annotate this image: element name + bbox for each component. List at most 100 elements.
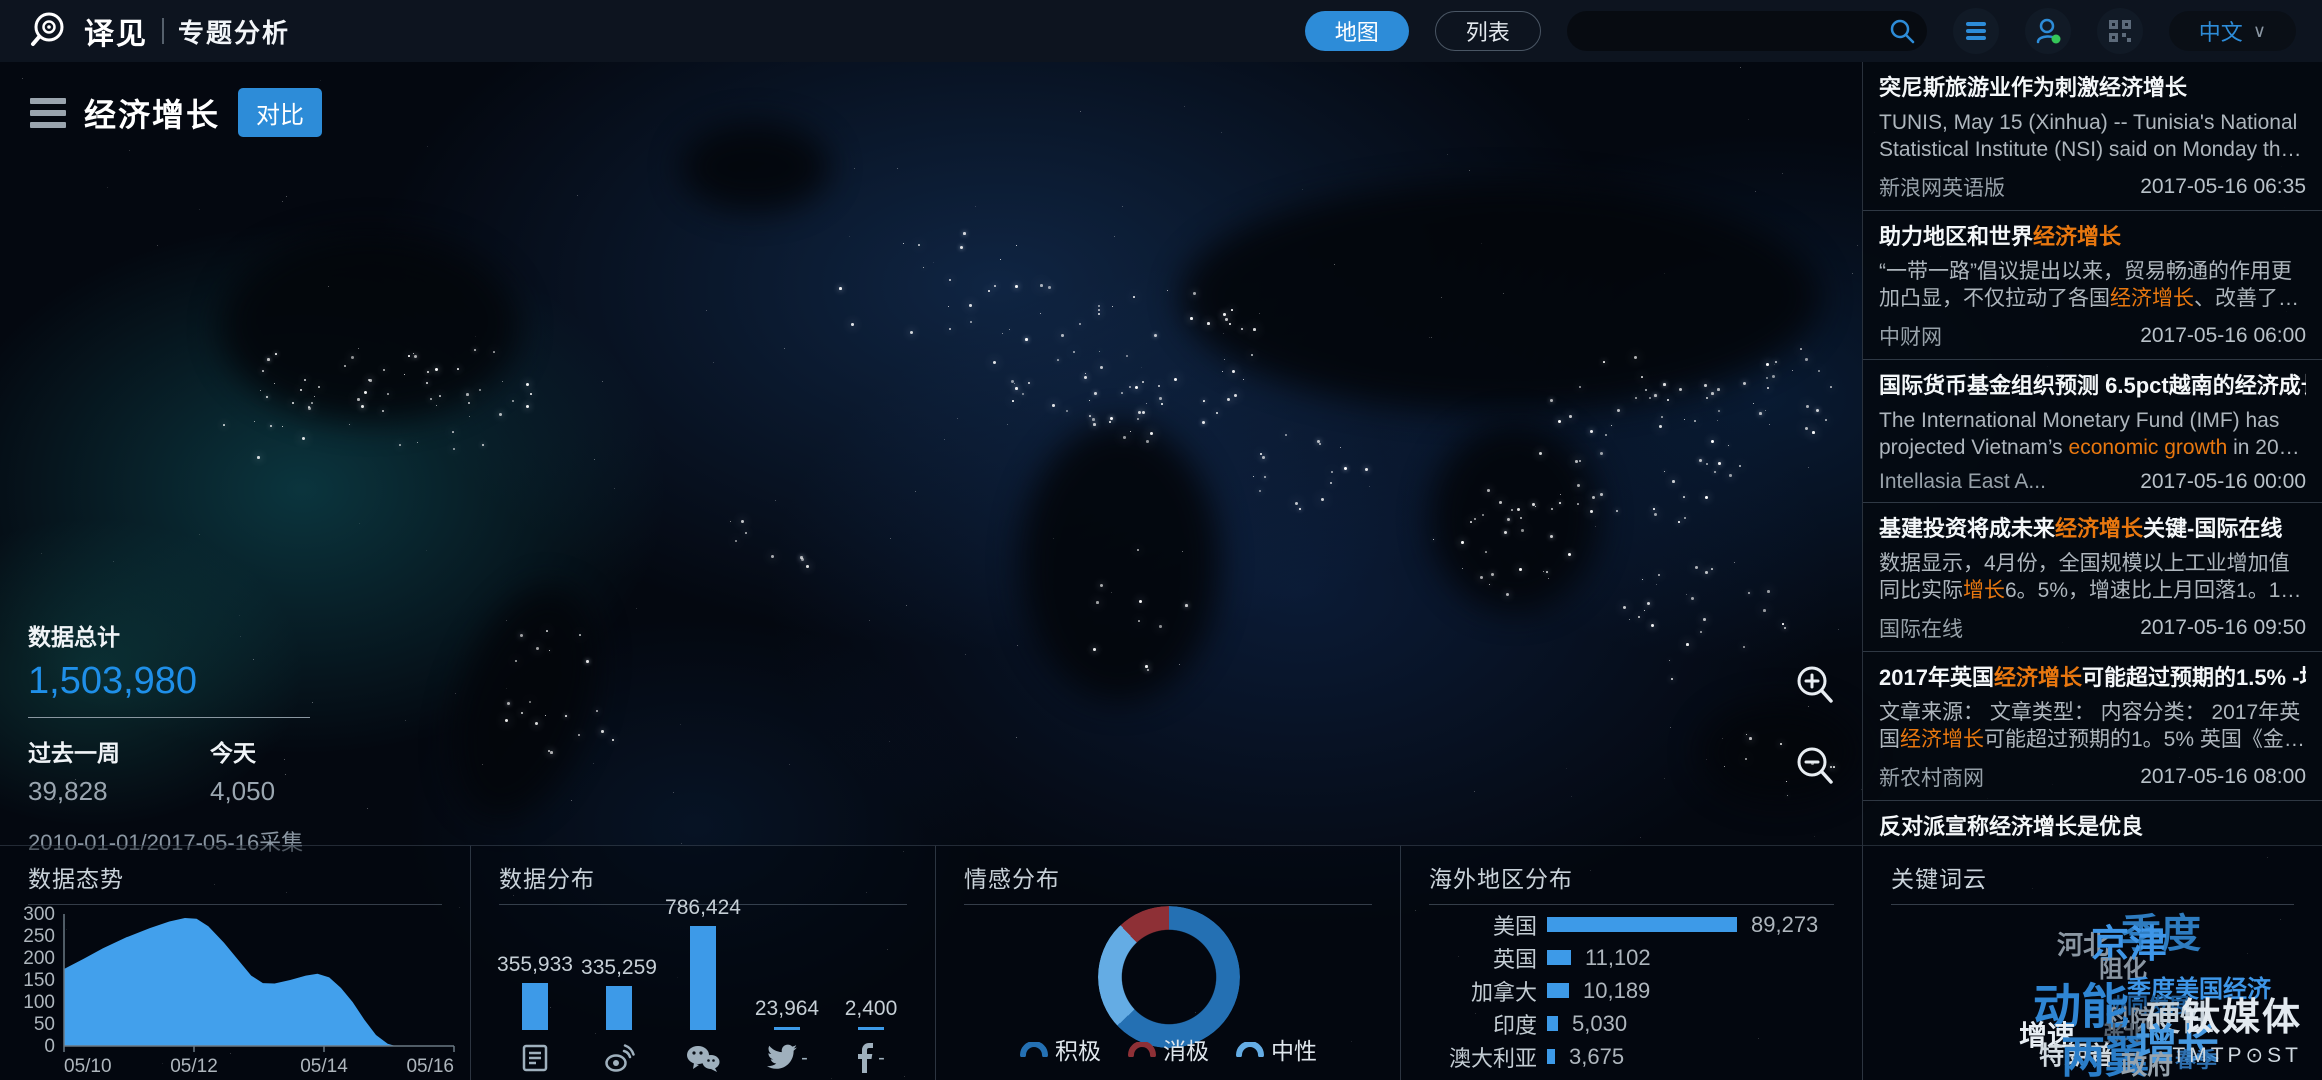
legend-label: 积极 xyxy=(1055,1032,1101,1066)
news-snippet-highlight: 经济增长 xyxy=(2110,287,2194,310)
svg-text:0: 0 xyxy=(44,1036,55,1057)
news-snippet-highlight: 增长 xyxy=(1963,579,2005,602)
panel-title-rule xyxy=(1429,904,1834,905)
panel-overseas-regions: 海外地区分布 美国89,273英国11,102加拿大10,189印度5,030澳… xyxy=(1400,845,1862,1080)
news-meta: Intellasia East A...2017-05-16 00:00 xyxy=(1879,470,2306,494)
sentiment-donut-chart xyxy=(1098,906,1240,1048)
list-view-button[interactable]: 列表 xyxy=(1435,11,1541,51)
svg-text:150: 150 xyxy=(23,970,55,991)
news-title-highlight: 经济增长 xyxy=(2033,224,2121,249)
news-source: 国际在线 xyxy=(1879,613,1963,643)
news-title: 国际货币基金组织预测 6.5pct越南的经济成长在 2017 xyxy=(1879,372,2306,401)
bar-value-label: 355,933 xyxy=(497,953,573,977)
week-label: 过去一周 xyxy=(28,734,120,768)
news-title: 突尼斯旅游业作为刺激经济增长 xyxy=(1879,74,2306,103)
language-label: 中文 xyxy=(2199,15,2243,47)
product-name: 专题分析 xyxy=(178,13,290,50)
news-item[interactable]: 2017年英国经济增长可能超过预期的1.5% -地方文章来源： 文章类型： 内容… xyxy=(1863,652,2322,801)
topic-title: 经济增长 xyxy=(84,90,220,136)
dist-bar-Twitter: 23,964- xyxy=(747,997,827,1076)
panel-title: 数据态势 xyxy=(0,846,470,904)
news-snippet: “一带一路”倡议提出以来，贸易畅通的作用更加凸显，不仅拉动了各国经济增长、改善了… xyxy=(1879,258,2306,313)
region-row-澳大利亚: 澳大利亚3,675 xyxy=(1401,1040,1862,1073)
legend-item-积极: 积极 xyxy=(1019,1032,1101,1066)
svg-text:05/16: 05/16 xyxy=(406,1056,454,1077)
panel-data-distribution: 数据分布 355,933335,259786,42423,964-2,400- xyxy=(470,845,935,1080)
region-label: 美国 xyxy=(1401,909,1537,941)
language-select[interactable]: 中文 ∨ xyxy=(2169,11,2296,51)
news-item[interactable]: 国际货币基金组织预测 6.5pct越南的经济成长在 2017 The Intern… xyxy=(1863,360,2322,503)
news-item[interactable]: 突尼斯旅游业作为刺激经济增长 TUNIS, May 15 (Xinhua) -- … xyxy=(1863,62,2322,211)
search-icon[interactable] xyxy=(1889,18,1915,49)
news-snippet-highlight: economic growth xyxy=(2069,436,2228,459)
zoom-out-button[interactable] xyxy=(1792,743,1838,794)
news-snippet-text: TUNIS, May 15 (Xinhua) -- Tunisia's Nati… xyxy=(1879,111,2302,164)
news-title-text: 突尼斯旅游业作为刺激经济增长 xyxy=(1879,75,2187,100)
user-button[interactable] xyxy=(2025,8,2071,54)
news-timestamp: 2017-05-16 09:50 xyxy=(2140,616,2306,640)
dist-bar-微信: 786,424 xyxy=(663,896,743,1076)
facebook-icon: - xyxy=(857,1040,885,1076)
news-title-highlight: 经济增长 xyxy=(2055,516,2143,541)
news-list: 突尼斯旅游业作为刺激经济增长 TUNIS, May 15 (Xinhua) -- … xyxy=(1863,62,2322,845)
news-snippet: The International Monetary Fund (IMF) ha… xyxy=(1879,407,2306,462)
region-bar xyxy=(1547,983,1569,998)
tmtpost-watermark: 钛媒体 TMTP⊙ST xyxy=(2172,986,2302,1068)
panel-keyword-cloud: 关键词云 河北季度京津阻化季度美国经济协同发展科院动能硬性增速张北特朗普两翼增长… xyxy=(1862,845,2322,1080)
map-view-button[interactable]: 地图 xyxy=(1305,11,1409,51)
map-zoom-controls xyxy=(1792,662,1838,794)
region-hbar-chart: 美国89,273英国11,102加拿大10,189印度5,030澳大利亚3,67… xyxy=(1401,908,1862,1073)
news-item[interactable]: 助力地区和世界经济增长“一带一路”倡议提出以来，贸易畅通的作用更加凸显，不仅拉动… xyxy=(1863,211,2322,360)
legend-label: 消极 xyxy=(1163,1032,1209,1066)
compare-button[interactable]: 对比 xyxy=(238,88,322,137)
news-title-text: 助力地区和世界 xyxy=(1879,224,2033,249)
bar-value-label: 23,964 xyxy=(755,997,819,1021)
svg-text:200: 200 xyxy=(23,948,55,969)
news-item[interactable]: 基建投资将成未来经济增长关键-国际在线数据显示，4月份，全国规模以上工业增加值同… xyxy=(1863,503,2322,652)
panel-sentiment: 情感分布 积极消极中性 xyxy=(935,845,1400,1080)
region-label: 澳大利亚 xyxy=(1401,1041,1537,1073)
distribution-bar-chart: 355,933335,259786,42423,964-2,400- xyxy=(471,896,935,1076)
region-label: 英国 xyxy=(1401,942,1537,974)
top-nav: 地图 列表 xyxy=(1305,8,2296,54)
bar xyxy=(606,986,632,1030)
total-label: 数据总计 xyxy=(28,618,310,652)
svg-text:05/10: 05/10 xyxy=(64,1056,112,1077)
brand-name: 译见 xyxy=(84,9,148,53)
topic-menu-icon[interactable] xyxy=(30,98,66,128)
news-title: 基建投资将成未来经济增长关键-国际在线 xyxy=(1879,515,2306,544)
news-title-highlight: 经济增长 xyxy=(1994,665,2082,690)
bar xyxy=(774,1027,800,1030)
news-title: 助力地区和世界经济增长 xyxy=(1879,223,2306,252)
keyword-政府[interactable]: 政府 xyxy=(2121,1052,2173,1078)
svg-text:50: 50 xyxy=(34,1014,55,1035)
news-item[interactable]: 反对派宣称经济增长是优良The excellent economic growt… xyxy=(1863,801,2322,845)
news-meta: 中财网2017-05-16 06:00 xyxy=(1879,321,2306,351)
region-bar xyxy=(1547,950,1571,965)
region-row-印度: 印度5,030 xyxy=(1401,1007,1862,1040)
watermark-latin: TMTP⊙ST xyxy=(2172,1043,2302,1068)
news-timestamp: 2017-05-16 00:00 xyxy=(2140,470,2306,494)
bar-value-label: 2,400 xyxy=(845,997,898,1021)
news-snippet: 数据显示，4月份，全国规模以上工业增加值同比实际增长6。5%，增速比上月回落1。… xyxy=(1879,550,2306,605)
region-bar xyxy=(1547,1049,1555,1064)
legend-item-中性: 中性 xyxy=(1235,1032,1317,1066)
region-value: 10,189 xyxy=(1583,978,1650,1004)
app-root: 译见 专题分析 地图 列表 xyxy=(0,0,2322,1080)
bar xyxy=(690,926,716,1030)
qrcode-button[interactable] xyxy=(2097,8,2143,54)
region-row-加拿大: 加拿大10,189 xyxy=(1401,974,1862,1007)
search-input[interactable] xyxy=(1567,11,1927,51)
legend-arc-icon xyxy=(1235,1042,1265,1057)
news-title-text: 基建投资将成未来 xyxy=(1879,516,2055,541)
news-title-text: 国际货币基金组织预测 6.5pct越南的经济成长在 2017 xyxy=(1879,373,2306,398)
region-bar xyxy=(1547,917,1737,932)
brand-logo: 译见 专题分析 xyxy=(26,7,290,56)
today-value: 4,050 xyxy=(210,776,275,807)
news-timestamp: 2017-05-16 08:00 xyxy=(2140,765,2306,789)
news-snippet: TUNIS, May 15 (Xinhua) -- Tunisia's Nati… xyxy=(1879,109,2306,164)
zoom-in-button[interactable] xyxy=(1792,662,1838,713)
weibo-icon xyxy=(603,1040,635,1076)
watermark-brand: 钛媒体 xyxy=(2172,986,2302,1041)
menu-button[interactable] xyxy=(1953,8,1999,54)
